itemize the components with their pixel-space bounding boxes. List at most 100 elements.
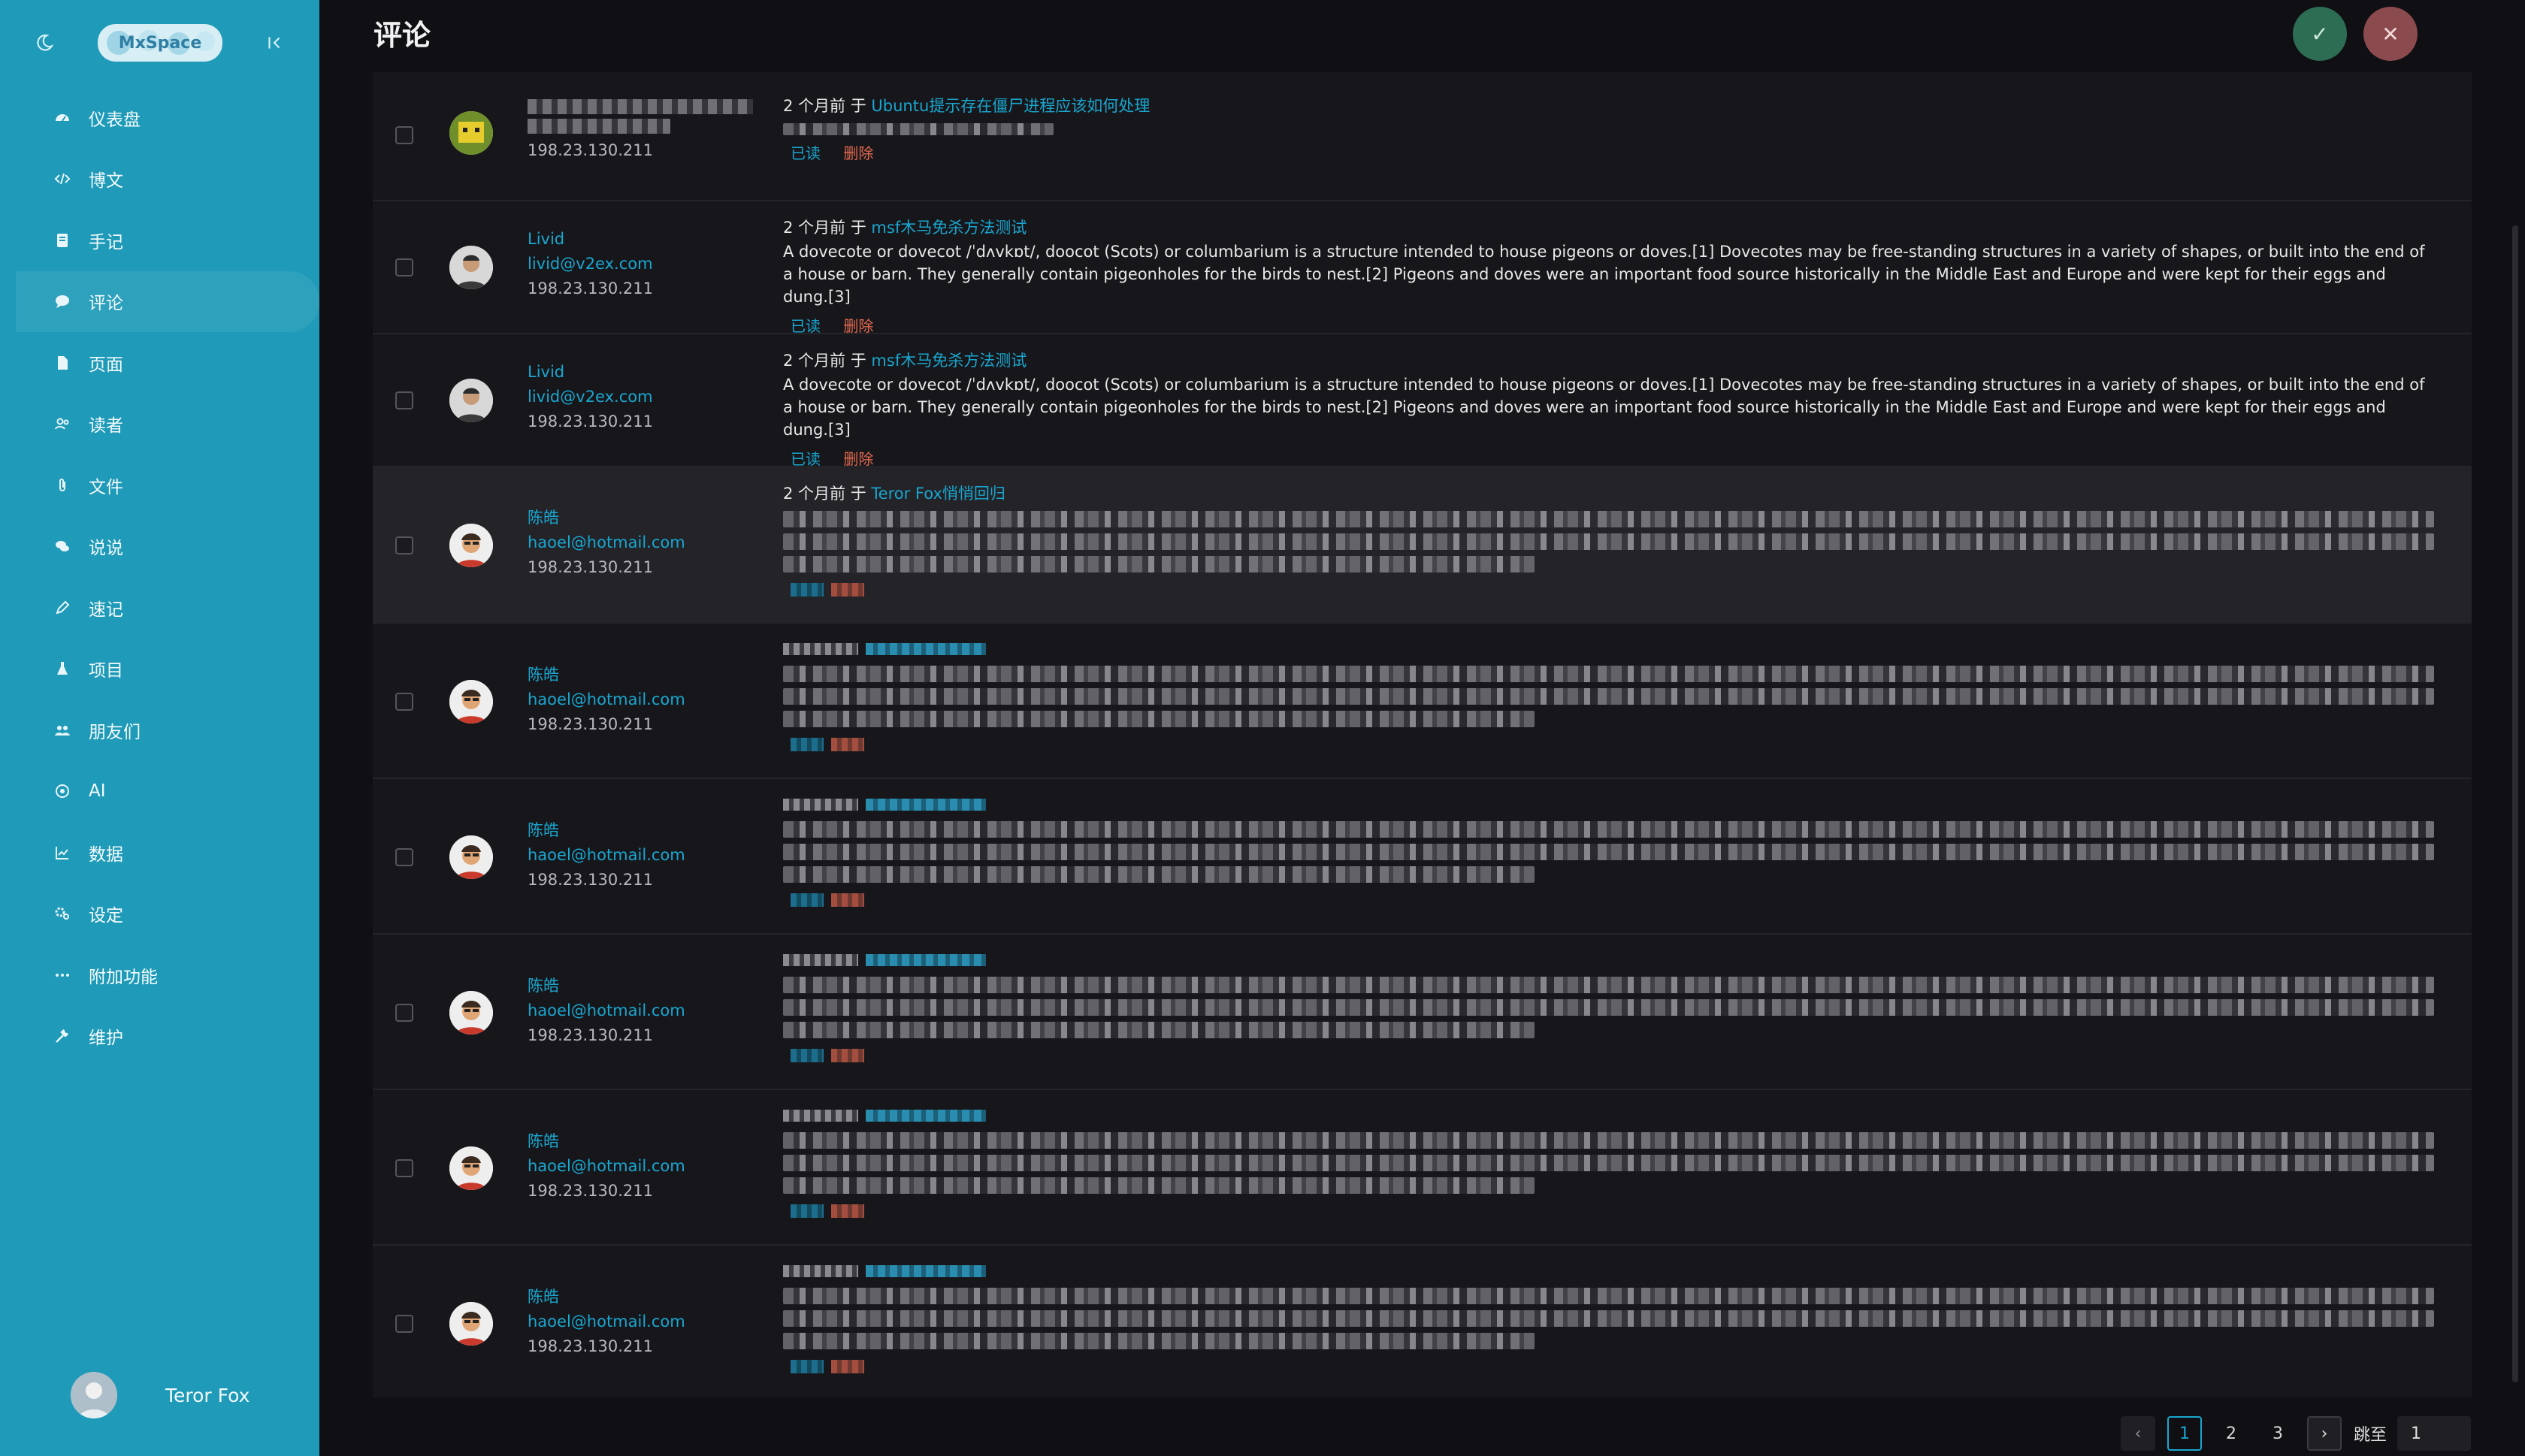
sidebar-item-comments[interactable]: 评论 xyxy=(16,270,319,332)
commenter-name[interactable]: 陈皓 xyxy=(528,506,685,530)
comment-head: 2 个月前 于 Ubuntu提示存在僵尸进程应该如何处理 xyxy=(783,95,2434,117)
commenter-name[interactable]: 陈皓 xyxy=(528,663,685,687)
commenter-avatar xyxy=(449,1146,493,1190)
commenter-email[interactable]: livid@v2ex.com xyxy=(528,385,653,409)
sidebar-item-label: 博文 xyxy=(89,171,123,192)
redacted-text xyxy=(783,844,2434,860)
redacted-text xyxy=(783,666,2434,682)
commenter-email[interactable]: haoel@hotmail.com xyxy=(528,998,685,1023)
moon-icon[interactable] xyxy=(35,33,54,53)
mark-read-button[interactable]: 已读 xyxy=(791,450,821,468)
comment-on: 于 xyxy=(850,97,866,115)
row-checkbox[interactable] xyxy=(395,1315,413,1333)
page-button[interactable]: 2 xyxy=(2214,1416,2248,1451)
redacted-actions xyxy=(783,1046,2434,1062)
sidebar-item-notes[interactable]: 手记 xyxy=(0,210,319,271)
row-checkbox[interactable] xyxy=(395,258,413,276)
comment-row: Livid livid@v2ex.com 198.23.130.211 2 个月… xyxy=(373,334,2472,469)
sidebar-item-label: 维护 xyxy=(89,1029,123,1049)
sidebar-item-friends[interactable]: 朋友们 xyxy=(0,699,319,761)
commenter-name[interactable]: Livid xyxy=(528,360,653,385)
chevron-left-icon: ‹ xyxy=(2134,1424,2142,1443)
sidebar-item-recently[interactable]: 速记 xyxy=(0,577,319,639)
commenter-email[interactable]: haoel@hotmail.com xyxy=(528,843,685,868)
comment-icon xyxy=(53,292,72,311)
sidebar-item-dashboard[interactable]: 仪表盘 xyxy=(0,87,319,149)
commenter-meta: 陈皓 haoel@hotmail.com 198.23.130.211 xyxy=(528,663,685,737)
sidebar-item-settings[interactable]: 设定 xyxy=(0,884,319,945)
sidebar-item-label: AI xyxy=(89,781,106,802)
delete-button[interactable]: 删除 xyxy=(843,144,873,162)
post-link[interactable]: Teror Fox悄悄回归 xyxy=(871,485,1005,503)
commenter-name[interactable]: 陈皓 xyxy=(528,1285,685,1309)
sidebar-item-projects[interactable]: 项目 xyxy=(0,639,319,700)
comment-actions: 已读 删除 xyxy=(783,141,2434,163)
comment-time: 2 个月前 xyxy=(783,485,846,503)
delete-button[interactable]: 删除 xyxy=(843,450,873,468)
sidebar-item-files[interactable]: 文件 xyxy=(0,455,319,516)
post-link[interactable]: msf木马免杀方法测试 xyxy=(871,219,1027,237)
post-link[interactable]: Ubuntu提示存在僵尸进程应该如何处理 xyxy=(871,97,1150,115)
commenter-email[interactable]: haoel@hotmail.com xyxy=(528,1309,685,1334)
commenter-meta: 陈皓 haoel@hotmail.com 198.23.130.211 xyxy=(528,1129,685,1204)
next-page-button[interactable]: › xyxy=(2307,1416,2342,1451)
comment-content: 2 个月前 于 msf木马免杀方法测试 A dovecote or doveco… xyxy=(783,349,2434,469)
pagination: ‹ 1 2 3 › 跳至 xyxy=(2121,1416,2472,1451)
commenter-name[interactable]: 陈皓 xyxy=(528,974,685,998)
jump-input[interactable] xyxy=(2397,1416,2472,1451)
redacted-email xyxy=(528,119,670,134)
comment-row: 陈皓 haoel@hotmail.com 198.23.130.211 xyxy=(373,624,2472,779)
mark-read-button[interactable]: 已读 xyxy=(791,317,821,335)
row-checkbox[interactable] xyxy=(395,391,413,409)
commenter-email[interactable]: livid@v2ex.com xyxy=(528,252,653,276)
paperclip-icon xyxy=(53,476,72,495)
commenter-email[interactable]: haoel@hotmail.com xyxy=(528,530,685,555)
sidebar-item-extras[interactable]: 附加功能 xyxy=(0,944,319,1006)
sidebar-item-label: 读者 xyxy=(89,416,123,436)
commenter-avatar xyxy=(449,680,493,723)
prev-page-button[interactable]: ‹ xyxy=(2121,1416,2155,1451)
ai-icon xyxy=(53,781,72,801)
page-button[interactable]: 1 xyxy=(2167,1416,2202,1451)
sidebar-user[interactable]: Teror Fox xyxy=(71,1369,296,1421)
sidebar-item-says[interactable]: 说说 xyxy=(0,516,319,578)
redacted-actions xyxy=(783,735,2434,751)
sidebar-item-posts[interactable]: 博文 xyxy=(0,149,319,210)
commenter-ip: 198.23.130.211 xyxy=(528,1182,653,1200)
row-checkbox[interactable] xyxy=(395,536,413,554)
mark-read-button[interactable]: 已读 xyxy=(791,144,821,162)
commenter-name[interactable]: Livid xyxy=(528,227,653,252)
sidebar-item-readers[interactable]: 读者 xyxy=(0,394,319,455)
comment-content xyxy=(783,793,2434,907)
comment-time: 2 个月前 xyxy=(783,352,846,370)
page-button[interactable]: 3 xyxy=(2260,1416,2295,1451)
comment-list: 198.23.130.211 2 个月前 于 Ubuntu提示存在僵尸进程应该如… xyxy=(373,72,2472,1397)
row-checkbox[interactable] xyxy=(395,1159,413,1177)
row-checkbox[interactable] xyxy=(395,693,413,711)
comment-time: 2 个月前 xyxy=(783,97,846,115)
comment-head xyxy=(783,637,2434,660)
row-checkbox[interactable] xyxy=(395,848,413,866)
sidebar-item-maintenance[interactable]: 维护 xyxy=(0,1006,319,1068)
commenter-email[interactable]: haoel@hotmail.com xyxy=(528,687,685,712)
row-checkbox[interactable] xyxy=(395,1004,413,1022)
commenter-name[interactable]: 陈皓 xyxy=(528,1129,685,1154)
row-checkbox[interactable] xyxy=(395,126,413,144)
reject-button[interactable]: ✕ xyxy=(2363,7,2418,61)
sidebar-item-pages[interactable]: 页面 xyxy=(0,332,319,394)
commenter-email[interactable]: haoel@hotmail.com xyxy=(528,1154,685,1179)
sidebar-item-analytics[interactable]: 数据 xyxy=(0,822,319,884)
svg-text:MxSpace: MxSpace xyxy=(119,34,201,53)
comment-content: 2 个月前 于 Teror Fox悄悄回归 xyxy=(783,482,2434,597)
approve-button[interactable]: ✓ xyxy=(2293,7,2347,61)
sidebar-item-ai[interactable]: AI xyxy=(0,761,319,823)
redacted-text xyxy=(783,533,2434,550)
comment-head xyxy=(783,1259,2434,1282)
comment-head: 2 个月前 于 msf木马免杀方法测试 xyxy=(783,349,2434,372)
redacted-text xyxy=(783,977,2434,993)
commenter-name[interactable]: 陈皓 xyxy=(528,818,685,843)
collapse-sidebar-icon[interactable] xyxy=(265,33,284,53)
scrollbar[interactable] xyxy=(2512,225,2518,1382)
post-link[interactable]: msf木马免杀方法测试 xyxy=(871,352,1027,370)
delete-button[interactable]: 删除 xyxy=(843,317,873,335)
